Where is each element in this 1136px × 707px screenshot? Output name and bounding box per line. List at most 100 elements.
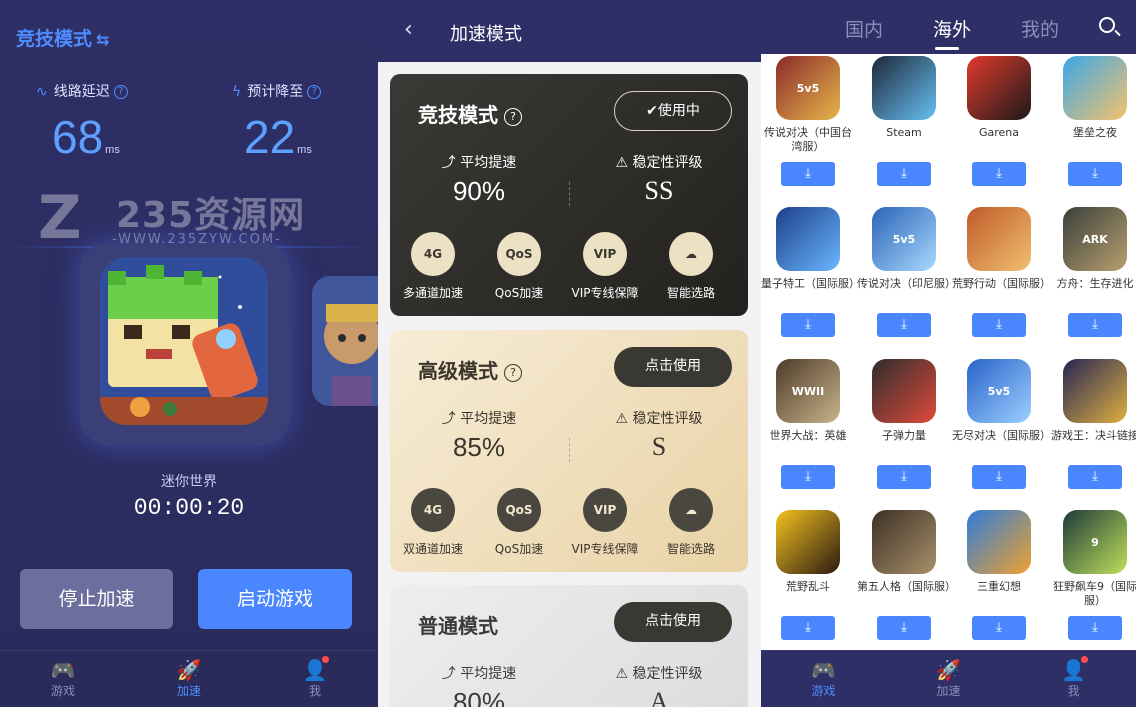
vip-shield-icon: VIP (583, 232, 627, 276)
download-button[interactable]: ⤓ (972, 162, 1026, 186)
game-icon[interactable] (872, 510, 936, 574)
launch-game-button[interactable]: 启动游戏 (198, 569, 352, 629)
game-icon[interactable] (967, 56, 1031, 120)
game-item[interactable]: 5v5 无尽对决（国际服） ⤓ (952, 359, 1051, 489)
latency-label: 线路延迟 (53, 84, 110, 100)
bottom-tabbar: 🎮 游戏 🚀 加速 👤 我 (0, 650, 378, 707)
tab-domestic[interactable]: 国内 (845, 15, 883, 42)
speed-label-text: 平均提速 (460, 411, 517, 427)
feature-smart-route: ☁ 智能选路 (648, 232, 734, 301)
search-icon[interactable] (1099, 17, 1115, 33)
game-item[interactable]: ARK 方舟：生存进化 ⤓ (1048, 207, 1136, 337)
download-button[interactable]: ⤓ (781, 616, 835, 640)
tab-games[interactable]: 🎮 游戏 (761, 651, 886, 707)
game-item[interactable]: 第五人格（国际服） ⤓ (857, 510, 956, 640)
game-icon[interactable]: 5v5 (776, 56, 840, 120)
download-button[interactable]: ⤓ (1068, 313, 1122, 337)
tab-overseas[interactable]: 海外 (933, 15, 971, 42)
vip-shield-icon: VIP (583, 488, 627, 532)
mode-switch[interactable]: 竞技模式 ⇆ (16, 24, 109, 51)
tab-accelerate-label: 加速 (176, 684, 201, 698)
wave-icon: ∿ (36, 84, 48, 100)
download-button[interactable]: ⤓ (877, 465, 931, 489)
game-name: 三重幻想 (977, 580, 1021, 593)
download-button[interactable]: ⤓ (972, 313, 1026, 337)
game-icon[interactable]: 5v5 (967, 359, 1031, 423)
mode-card-advanced: 高级模式? 点击使用 ⤴ 平均提速 ⚠ 稳定性评级 85% S 4G 双通道加速 … (390, 330, 748, 572)
help-icon[interactable]: ? (504, 363, 522, 382)
download-button[interactable]: ⤓ (877, 616, 931, 640)
help-icon[interactable]: ? (307, 85, 322, 99)
in-use-button[interactable]: ✔使用中 (614, 91, 732, 131)
download-button[interactable]: ⤓ (972, 465, 1026, 489)
chart-up-icon: ⤴ (441, 411, 461, 427)
game-name: 传说对决（中国台湾服） (764, 126, 852, 153)
notification-dot (1081, 656, 1088, 663)
game-item[interactable]: Steam ⤓ (857, 56, 951, 186)
use-button[interactable]: 点击使用 (614, 602, 732, 642)
divider (569, 182, 570, 206)
game-icon[interactable] (776, 510, 840, 574)
game-item[interactable]: 游戏王：决斗链接 ⤓ (1048, 359, 1136, 489)
download-button[interactable]: ⤓ (781, 313, 835, 337)
feature-smart-route: ☁ 智能选路 (648, 488, 734, 557)
tab-accelerate[interactable]: 🚀 加速 (126, 651, 252, 707)
game-icon[interactable] (967, 207, 1031, 271)
game-icon[interactable] (1063, 359, 1127, 423)
tab-me[interactable]: 👤 我 (252, 651, 378, 707)
tab-mine[interactable]: 我的 (1021, 15, 1059, 42)
game-icon[interactable] (872, 359, 936, 423)
game-item[interactable]: 三重幻想 ⤓ (952, 510, 1046, 640)
game-icon[interactable]: WWII (776, 359, 840, 423)
back-arrow-icon[interactable]: ‹ (404, 17, 413, 42)
game-name: 子弹力量 (882, 429, 926, 442)
game-icon[interactable] (1063, 56, 1127, 120)
card-title: 竞技模式? (418, 99, 522, 128)
game-item[interactable]: 5v5 传说对决（印尼服） ⤓ (857, 207, 956, 337)
game-item[interactable]: 荒野乱斗 ⤓ (761, 510, 855, 640)
game-item[interactable]: 量子特工（国际服） ⤓ (761, 207, 860, 337)
game-item[interactable]: 9 狂野飙车9（国际服） ⤓ (1048, 510, 1136, 640)
tab-accelerate[interactable]: 🚀 加速 (886, 651, 1011, 707)
game-item[interactable]: 5v5 传说对决（中国台湾服） ⤓ (761, 56, 855, 186)
card-title: 普通模式 (418, 614, 498, 638)
download-button[interactable]: ⤓ (877, 313, 931, 337)
game-item[interactable]: Garena ⤓ (952, 56, 1046, 186)
game-item[interactable]: 堡垒之夜 ⤓ (1048, 56, 1136, 186)
stop-accelerate-button[interactable]: 停止加速 (20, 569, 173, 629)
help-icon[interactable]: ? (504, 107, 522, 126)
game-icon[interactable] (967, 510, 1031, 574)
game-item[interactable]: WWII 世界大战：英雄 ⤓ (761, 359, 855, 489)
top-tabs: 国内 海外 我的 (761, 0, 1136, 54)
warning-icon: ⚠ (615, 155, 633, 171)
game-item[interactable]: 子弹力量 ⤓ (857, 359, 951, 489)
4g-wifi-icon: 4G (411, 488, 455, 532)
current-game-name: 迷你世界 (161, 474, 217, 490)
game-icon[interactable] (872, 56, 936, 120)
active-tab-indicator (935, 47, 959, 50)
accelerate-screen: 竞技模式 ⇆ ∿ 线路延迟? ϟ 预计降至? 68 ms 22 ms Z 235资源网 -… (0, 0, 378, 707)
latency-label-group: ∿ 线路延迟? (36, 81, 128, 101)
tab-games[interactable]: 🎮 游戏 (0, 651, 126, 707)
game-icon[interactable]: 9 (1063, 510, 1127, 574)
game-item[interactable]: 荒野行动（国际服） ⤓ (952, 207, 1051, 337)
feature-label: VIP专线保障 (571, 286, 639, 300)
feature-label: QoS加速 (494, 542, 544, 556)
game-icon[interactable]: 5v5 (872, 207, 936, 271)
download-button[interactable]: ⤓ (781, 162, 835, 186)
mini-world-game-icon[interactable] (100, 257, 268, 425)
side-game-card[interactable] (312, 276, 378, 406)
download-button[interactable]: ⤓ (877, 162, 931, 186)
game-icon[interactable]: ARK (1063, 207, 1127, 271)
download-button[interactable]: ⤓ (1068, 616, 1122, 640)
download-button[interactable]: ⤓ (1068, 465, 1122, 489)
download-button[interactable]: ⤓ (972, 616, 1026, 640)
feature-vip: VIP VIP专线保障 (562, 488, 648, 557)
tab-me[interactable]: 👤 我 (1011, 651, 1136, 707)
download-button[interactable]: ⤓ (781, 465, 835, 489)
help-icon[interactable]: ? (113, 85, 128, 99)
use-button[interactable]: 点击使用 (614, 347, 732, 387)
mode-card-competitive: 竞技模式? ✔使用中 ⤴ 平均提速 ⚠ 稳定性评级 90% SS 4G 多通道加速… (390, 74, 748, 316)
download-button[interactable]: ⤓ (1068, 162, 1122, 186)
game-icon[interactable] (776, 207, 840, 271)
